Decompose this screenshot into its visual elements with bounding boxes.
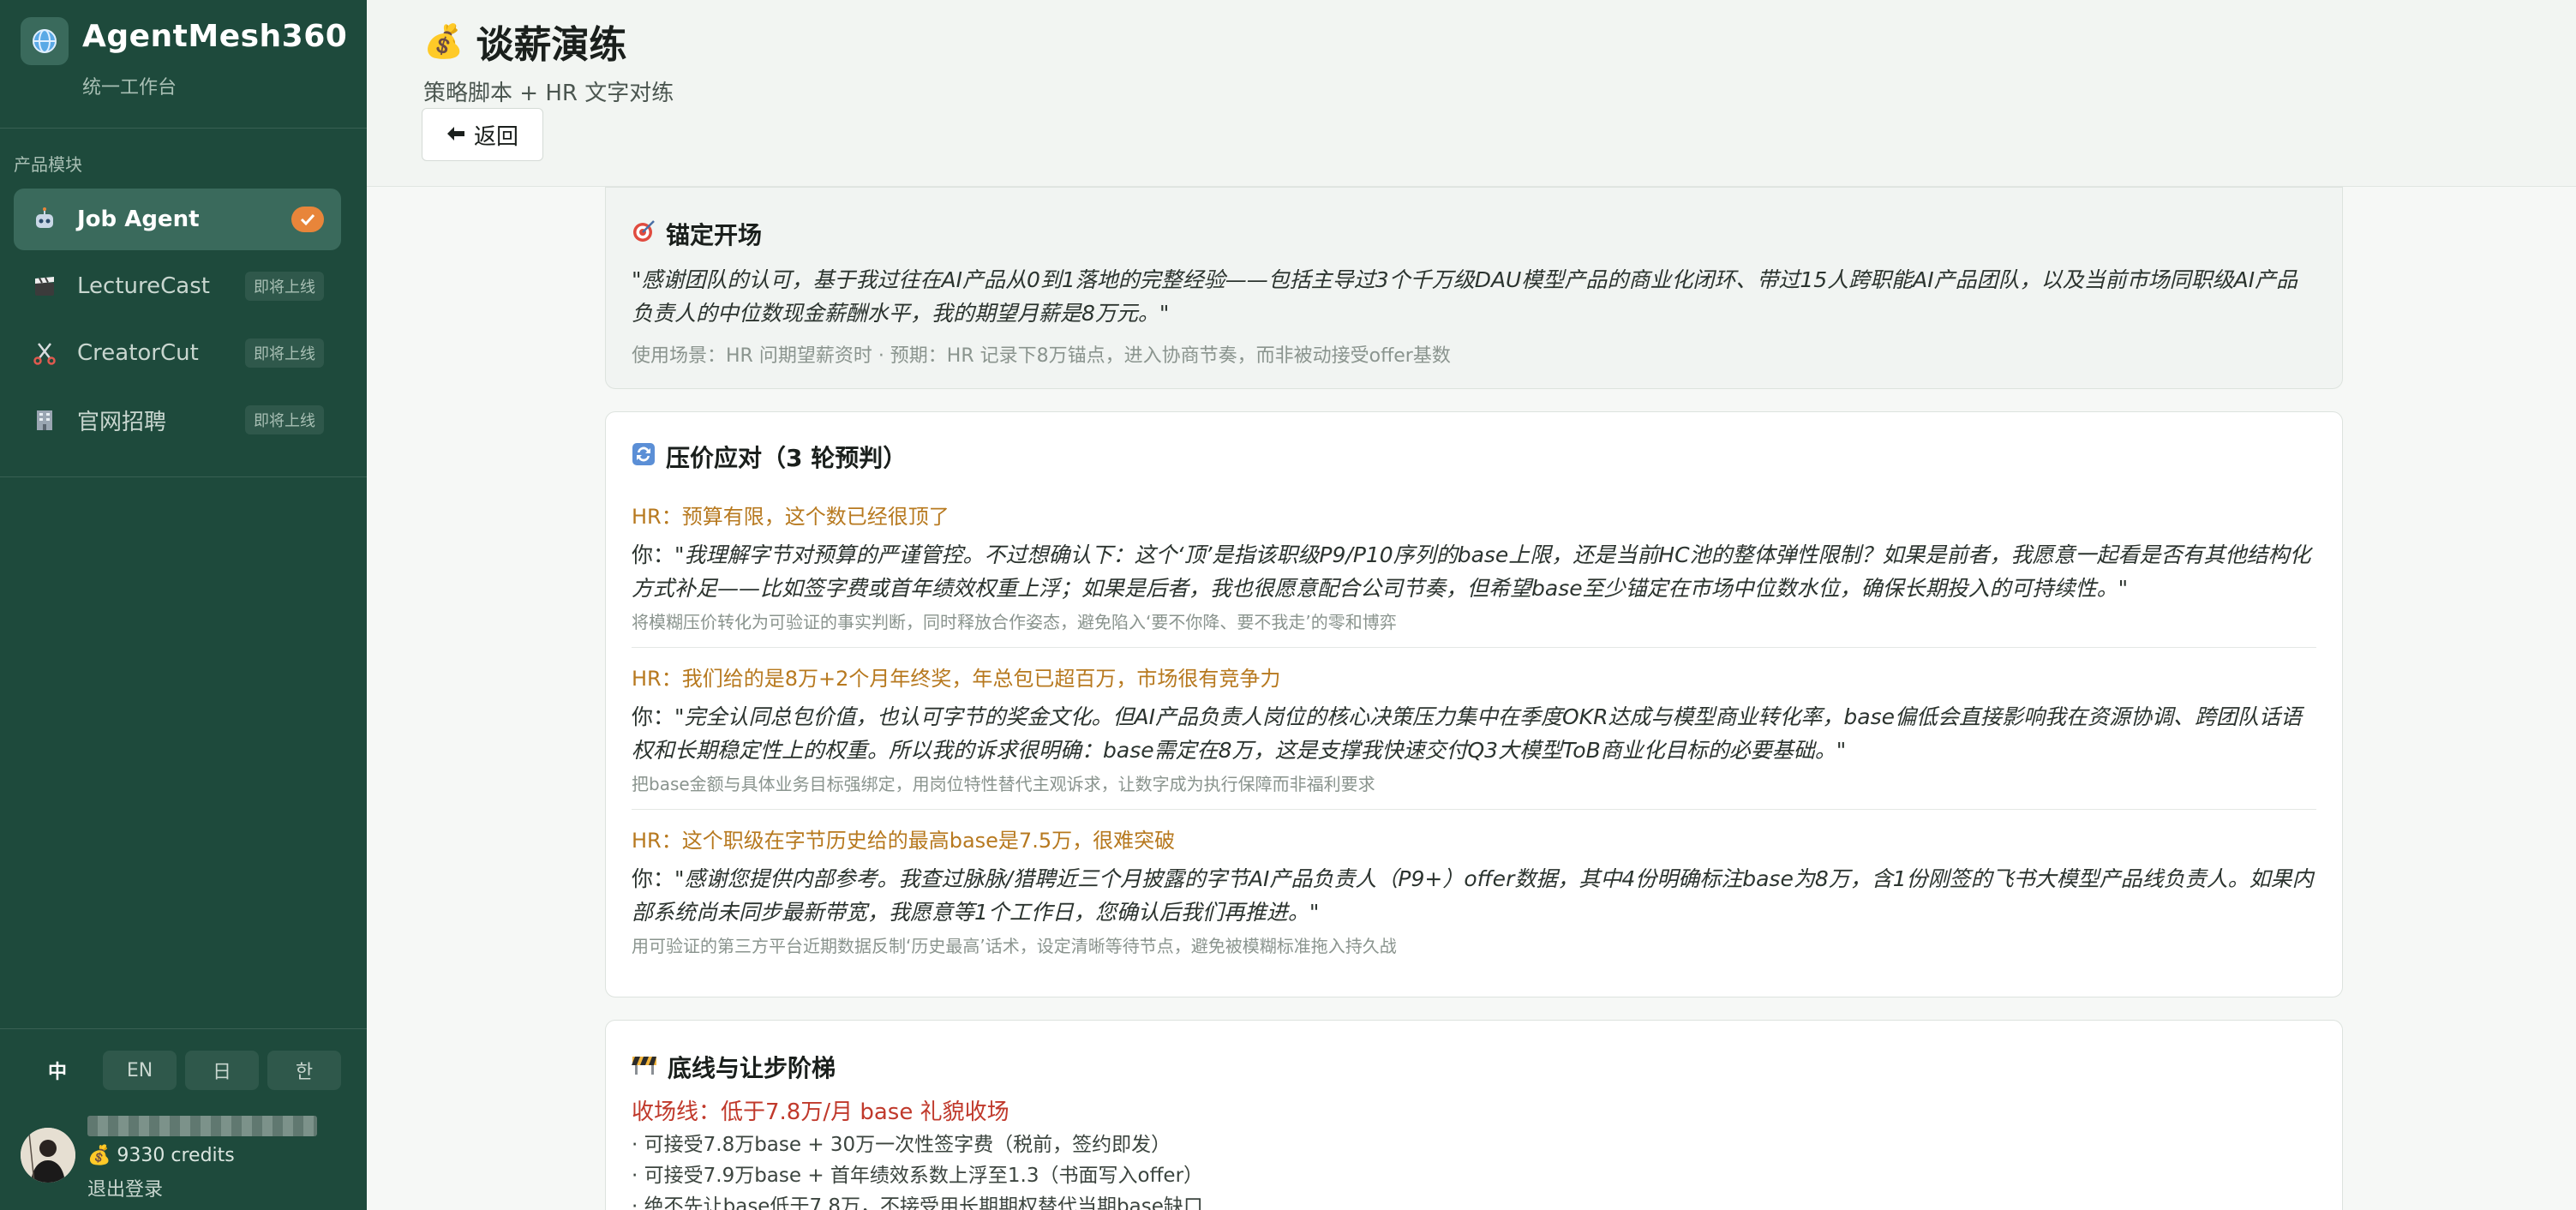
sidebar-item-lecturecast[interactable]: LectureCast 即将上线 bbox=[14, 255, 341, 317]
repeat-arrows-icon bbox=[632, 442, 656, 472]
card-title: 锚定开场 bbox=[632, 217, 2316, 251]
hr-objection: HR：我们给的是8万+2个月年终奖，年总包已超百万，市场很有竞争力 bbox=[632, 667, 1281, 691]
divider bbox=[0, 1028, 367, 1029]
product-nav: Job Agent LectureCast 即将上线 CreatorCut 即将… bbox=[14, 189, 341, 456]
scissors-icon bbox=[31, 339, 58, 367]
lang-zh-button[interactable]: 中 bbox=[21, 1051, 94, 1090]
lang-ja-button[interactable]: 日 bbox=[185, 1051, 259, 1090]
your-response: 你："完全认同总包价值，也认可字节的奖金文化。但AI产品负责人岗位的核心决策压力… bbox=[632, 700, 2316, 767]
concession-step: · 可接受7.8万base + 30万一次性签字费（税前，签约即发） bbox=[632, 1134, 1171, 1156]
sidebar-item-label: CreatorCut bbox=[77, 340, 199, 366]
round-3: HR：这个职级在字节历史给的最高base是7.5万，很难突破 你："感谢您提供内… bbox=[632, 824, 2316, 957]
page-title: 💰 谈薪演练 bbox=[423, 14, 626, 69]
anchor-script: "感谢团队的认可，基于我过往在AI产品从0到1落地的完整经验——包括主导过3个千… bbox=[632, 267, 2298, 326]
brand-header: AgentMesh360 统一工作台 bbox=[0, 0, 367, 129]
strategy-tip: 把base金额与具体业务目标强绑定，用岗位特性替代主观诉求，让数字成为执行保障而… bbox=[632, 774, 1375, 794]
you-prefix: 你： bbox=[632, 866, 675, 891]
sidebar-item-careers[interactable]: 官网招聘 即将上线 bbox=[14, 389, 341, 451]
target-icon bbox=[632, 219, 656, 249]
robot-icon bbox=[31, 206, 58, 233]
office-building-icon bbox=[31, 406, 58, 434]
counter-offer-card: 压价应对（3 轮预判） HR：预算有限，这个数已经很顶了 你："我理解字节对预算… bbox=[605, 411, 2343, 997]
round-1: HR：预算有限，这个数已经很顶了 你："我理解字节对预算的严谨管控。不过想确认下… bbox=[632, 500, 2316, 633]
back-button[interactable]: 返回 bbox=[422, 108, 544, 161]
concession-step: · 绝不先让base低于7.8万，不接受用长期期权替代当期base缺口 bbox=[632, 1195, 1203, 1210]
coming-soon-badge: 即将上线 bbox=[245, 405, 324, 434]
response-text: "感谢您提供内部参考。我查过脉脉/猎聘近三个月披露的字节AI产品负责人（P9+）… bbox=[632, 866, 2314, 925]
sidebar-item-creatorcut[interactable]: CreatorCut 即将上线 bbox=[14, 322, 341, 384]
strategy-tip: 用可验证的第三方平台近期数据反制‘历史最高’话术，设定清晰等待节点，避免被模糊标… bbox=[632, 936, 1397, 956]
lang-ko-button[interactable]: 한 bbox=[267, 1051, 341, 1090]
coming-soon-badge: 即将上线 bbox=[245, 272, 324, 301]
money-bag-icon: 💰 bbox=[423, 21, 464, 60]
anchor-meta: 使用场景：HR 问期望薪资时 · 预期：HR 记录下8万锚点，进入协商节奏，而非… bbox=[632, 345, 1451, 367]
section-label: 产品模块 bbox=[14, 154, 82, 175]
divider bbox=[0, 476, 367, 477]
user-panel: 💰 9330 credits 退出登录 bbox=[21, 1116, 346, 1201]
sidebar: AgentMesh360 统一工作台 产品模块 Job Agent Lectur… bbox=[0, 0, 367, 1210]
brand-subtitle: 统一工作台 bbox=[82, 77, 177, 99]
back-button-label: 返回 bbox=[474, 123, 519, 150]
response-text: "我理解字节对预算的严谨管控。不过想确认下：这个‘顶’是指该职级P9/P10序列… bbox=[632, 542, 2311, 601]
coming-soon-badge: 即将上线 bbox=[245, 338, 324, 368]
card-title: 底线与让步阶梯 bbox=[632, 1050, 2316, 1084]
walk-away-line: 收场线：低于7.8万/月 base 礼貌收场 bbox=[632, 1099, 1009, 1125]
clapperboard-icon bbox=[31, 273, 58, 300]
avatar[interactable] bbox=[21, 1128, 75, 1183]
card-title-text: 压价应对（3 轮预判） bbox=[666, 444, 908, 472]
hr-objection: HR：预算有限，这个数已经很顶了 bbox=[632, 505, 950, 529]
checkmark-icon bbox=[291, 207, 324, 232]
your-response: 你："感谢您提供内部参考。我查过脉脉/猎聘近三个月披露的字节AI产品负责人（P9… bbox=[632, 862, 2316, 929]
page-subtitle: 策略脚本 + HR 文字对练 bbox=[423, 81, 674, 106]
card-title: 压价应对（3 轮预判） bbox=[632, 440, 2316, 474]
floor-ladder-card: 底线与让步阶梯 收场线：低于7.8万/月 base 礼貌收场 · 可接受7.8万… bbox=[605, 1020, 2343, 1210]
anchor-opening-card: 锚定开场 "感谢团队的认可，基于我过往在AI产品从0到1落地的完整经验——包括主… bbox=[605, 187, 2343, 389]
sidebar-item-label: LectureCast bbox=[77, 273, 210, 299]
money-bag-icon: 💰 bbox=[87, 1145, 111, 1166]
brand-title: AgentMesh360 bbox=[82, 19, 348, 54]
response-text: "完全认同总包价值，也认可字节的奖金文化。但AI产品负责人岗位的核心决策压力集中… bbox=[632, 704, 2303, 763]
you-prefix: 你： bbox=[632, 704, 675, 729]
page-header: 💰 谈薪演练 策略脚本 + HR 文字对练 返回 bbox=[367, 0, 2576, 187]
divider bbox=[632, 809, 2316, 810]
card-title-text: 锚定开场 bbox=[666, 221, 763, 249]
concession-step: · 可接受7.9万base + 首年绩效系数上浮至1.3（书面写入offer） bbox=[632, 1165, 1204, 1187]
logout-link[interactable]: 退出登录 bbox=[87, 1174, 163, 1201]
page-title-text: 谈薪演练 bbox=[476, 23, 627, 67]
sidebar-item-job-agent[interactable]: Job Agent bbox=[14, 189, 341, 250]
divider bbox=[632, 647, 2316, 648]
sidebar-item-label: 官网招聘 bbox=[77, 409, 167, 435]
credits-label: 9330 credits bbox=[117, 1145, 235, 1166]
language-switcher: 中 EN 日 한 bbox=[21, 1033, 346, 1090]
you-prefix: 你： bbox=[632, 542, 675, 567]
construction-barrier-icon bbox=[632, 1053, 657, 1081]
user-name-redacted bbox=[87, 1116, 317, 1136]
hr-objection: HR：这个职级在字节历史给的最高base是7.5万，很难突破 bbox=[632, 829, 1176, 853]
sidebar-item-label: Job Agent bbox=[77, 207, 200, 232]
credits-balance: 💰 9330 credits bbox=[87, 1145, 235, 1166]
card-title-text: 底线与让步阶梯 bbox=[668, 1054, 836, 1082]
lang-en-button[interactable]: EN bbox=[103, 1051, 177, 1090]
globe-logo-icon bbox=[21, 17, 69, 65]
strategy-tip: 将模糊压价转化为可验证的事实判断，同时释放合作姿态，避免陷入‘要不你降、要不我走… bbox=[632, 612, 1397, 632]
round-2: HR：我们给的是8万+2个月年终奖，年总包已超百万，市场很有竞争力 你："完全认… bbox=[632, 662, 2316, 795]
arrow-left-icon bbox=[446, 122, 465, 147]
your-response: 你："我理解字节对预算的严谨管控。不过想确认下：这个‘顶’是指该职级P9/P10… bbox=[632, 538, 2316, 605]
